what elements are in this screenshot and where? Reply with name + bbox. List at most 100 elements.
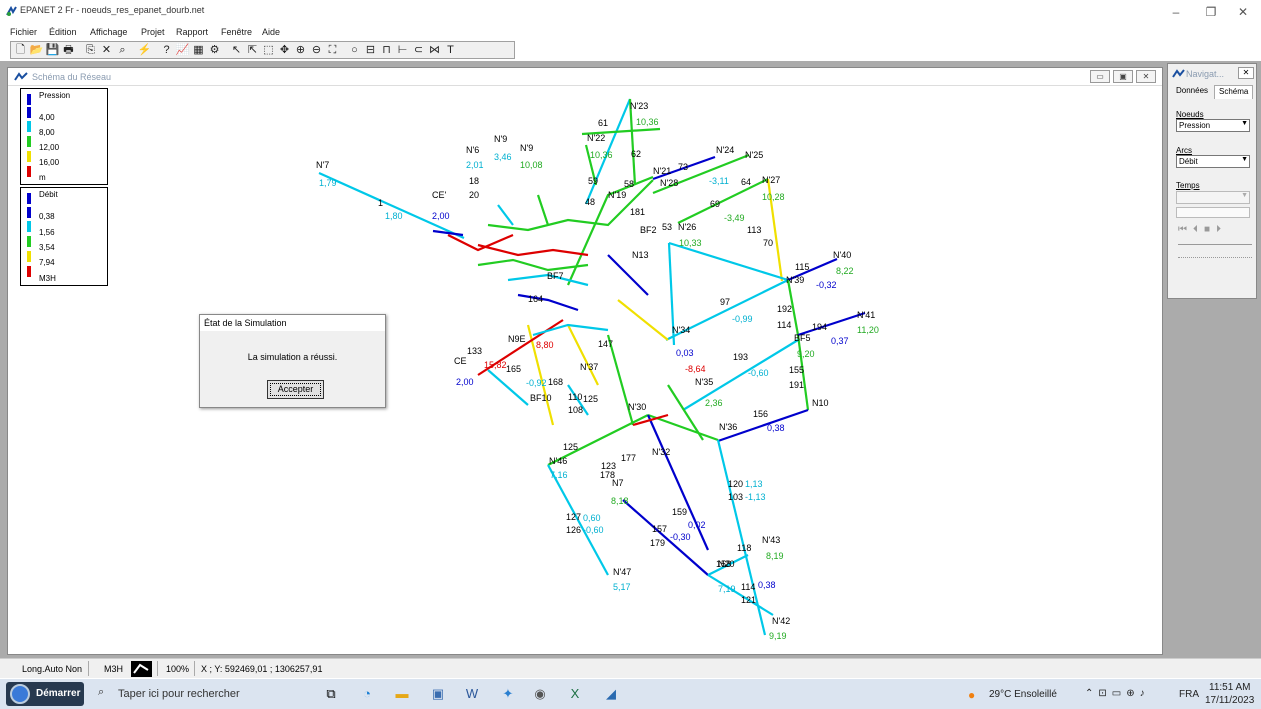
pipe-label[interactable]: 120: [728, 479, 743, 489]
pipe-label[interactable]: 178: [600, 470, 615, 480]
delete-icon[interactable]: ✕: [99, 43, 114, 58]
node-label[interactable]: N'46: [549, 456, 567, 466]
pipe-label[interactable]: 58: [624, 179, 634, 189]
pipe-label[interactable]: 73: [678, 162, 688, 172]
app-icon[interactable]: ▣: [428, 684, 448, 704]
node-label[interactable]: CE: [454, 356, 467, 366]
pipe-label[interactable]: 194: [812, 322, 827, 332]
print-icon[interactable]: 🖶: [61, 43, 76, 58]
add-label-icon[interactable]: T: [443, 43, 458, 58]
node-label[interactable]: N13: [632, 250, 649, 260]
menu-aide[interactable]: Aide: [262, 27, 280, 37]
playback-controls[interactable]: ⏮⏴■⏵: [1178, 224, 1227, 235]
map-close-button[interactable]: ✕: [1136, 70, 1156, 83]
pipe-label[interactable]: 48: [585, 197, 595, 207]
node-label[interactable]: N'40: [833, 250, 851, 260]
pipe-label[interactable]: 20: [469, 190, 479, 200]
map-maximize-button[interactable]: ▣: [1113, 70, 1133, 83]
maximize-button[interactable]: ❐: [1196, 4, 1226, 20]
pipe-label[interactable]: 157: [652, 524, 667, 534]
query-icon[interactable]: ?: [159, 43, 174, 58]
language-indicator[interactable]: FRA: [1179, 689, 1199, 700]
table-icon[interactable]: ▦: [191, 43, 206, 58]
node-label[interactable]: BF2: [640, 225, 657, 235]
pipe-label[interactable]: 181: [630, 207, 645, 217]
node-label[interactable]: N9E: [508, 334, 526, 344]
pipe-label[interactable]: 191: [789, 380, 804, 390]
close-button[interactable]: ✕: [1228, 4, 1258, 20]
add-reservoir-icon[interactable]: ⊟: [363, 43, 378, 58]
pipe-label[interactable]: 1: [378, 198, 383, 208]
pipe-label[interactable]: 165: [506, 364, 521, 374]
pipe-label[interactable]: 158: [716, 559, 731, 569]
weather-text[interactable]: 29°C Ensoleillé: [989, 689, 1057, 700]
node-label[interactable]: N'37: [580, 362, 598, 372]
node-label[interactable]: N'9: [520, 143, 533, 153]
clock-date[interactable]: 17/11/2023: [1205, 695, 1254, 706]
edge-icon[interactable]: ◔: [357, 684, 377, 704]
pipe-label[interactable]: 59: [588, 176, 598, 186]
node-label[interactable]: N'26: [678, 222, 696, 232]
menu-projet[interactable]: Projet: [141, 27, 165, 37]
full-extent-icon[interactable]: ⛶: [325, 43, 340, 58]
select-vertex-icon[interactable]: ⇱: [245, 43, 260, 58]
pipe-label[interactable]: 62: [631, 149, 641, 159]
node-label[interactable]: N'43: [762, 535, 780, 545]
node-label[interactable]: N'28: [660, 178, 678, 188]
node-label[interactable]: BF7: [547, 271, 564, 281]
add-pipe-icon[interactable]: ⊢: [395, 43, 410, 58]
node-label[interactable]: N'27: [762, 175, 780, 185]
word-icon[interactable]: W: [462, 684, 482, 704]
task-view-icon[interactable]: ⧉: [321, 684, 341, 704]
zoom-in-icon[interactable]: ⊕: [293, 43, 308, 58]
pipe-label[interactable]: 192: [777, 304, 792, 314]
tab-schema[interactable]: Schéma: [1214, 85, 1254, 99]
pipe-label[interactable]: 168: [548, 377, 563, 387]
arcs-select[interactable]: Débit ▼: [1176, 155, 1250, 168]
node-label[interactable]: N'41: [857, 310, 875, 320]
save-icon[interactable]: 💾: [45, 43, 60, 58]
node-label[interactable]: N'30: [628, 402, 646, 412]
pipe-label[interactable]: 110: [568, 392, 582, 402]
pipe-label[interactable]: 69: [710, 199, 720, 209]
node-label[interactable]: N'23: [630, 101, 648, 111]
app-icon[interactable]: ◢: [601, 684, 621, 704]
speed-slider[interactable]: [1178, 244, 1252, 258]
pipe-label[interactable]: 164: [528, 294, 543, 304]
menu-fenetre[interactable]: Fenêtre: [221, 27, 252, 37]
pipe-label[interactable]: 70: [763, 238, 773, 248]
pipe-label[interactable]: 114: [777, 320, 791, 330]
select-object-icon[interactable]: ↖: [229, 43, 244, 58]
node-label[interactable]: N'35: [695, 377, 713, 387]
node-label[interactable]: N'22: [587, 133, 605, 143]
start-button[interactable]: Démarrer: [6, 682, 84, 706]
node-label[interactable]: BF10: [530, 393, 552, 403]
taskbar-search[interactable]: ⌕ Taper ici pour rechercher: [90, 683, 308, 705]
add-tank-icon[interactable]: ⊓: [379, 43, 394, 58]
menu-fichier[interactable]: Fichier: [10, 27, 37, 37]
file-explorer-icon[interactable]: ▬: [392, 684, 412, 704]
clock-time[interactable]: 11:51 AM: [1209, 682, 1251, 693]
pipe-label[interactable]: 114: [741, 582, 755, 592]
epanet-taskbar-icon[interactable]: ✦: [498, 684, 518, 704]
pipe-label[interactable]: 127: [566, 512, 581, 522]
pipe-label[interactable]: 115: [795, 262, 809, 272]
node-label[interactable]: N'36: [719, 422, 737, 432]
pipe-label[interactable]: 156: [753, 409, 768, 419]
pipe-label[interactable]: 126: [566, 525, 581, 535]
node-label[interactable]: N'42: [772, 616, 790, 626]
add-pump-icon[interactable]: ⊂: [411, 43, 426, 58]
node-label[interactable]: N10: [812, 398, 829, 408]
temps-scrollbar[interactable]: [1176, 207, 1250, 218]
pipe-label[interactable]: 113: [747, 225, 761, 235]
tab-donnees[interactable]: Données: [1172, 85, 1212, 99]
node-label[interactable]: N'21: [653, 166, 671, 176]
menu-affichage[interactable]: Affichage: [90, 27, 127, 37]
pipe-label[interactable]: 147: [598, 339, 613, 349]
pipe-label[interactable]: 61: [598, 118, 608, 128]
graph-icon[interactable]: 📈: [175, 43, 190, 58]
node-label[interactable]: N'34: [672, 325, 690, 335]
node-label[interactable]: N'47: [613, 567, 631, 577]
node-label[interactable]: CE': [432, 190, 446, 200]
pipe-label[interactable]: 53: [662, 222, 672, 232]
